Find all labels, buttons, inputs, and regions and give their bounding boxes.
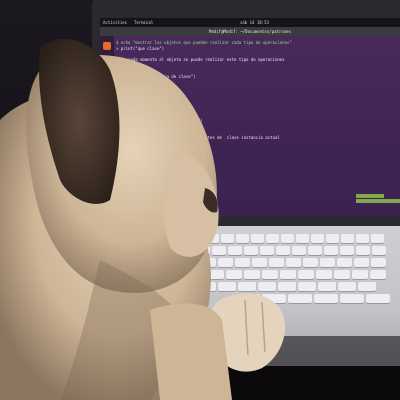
photo-scene: Activities Terminal sáb 14 18:53 Modif@M… [0, 0, 400, 400]
dog-leg [150, 303, 232, 400]
french-bulldog-illustration [0, 39, 286, 400]
